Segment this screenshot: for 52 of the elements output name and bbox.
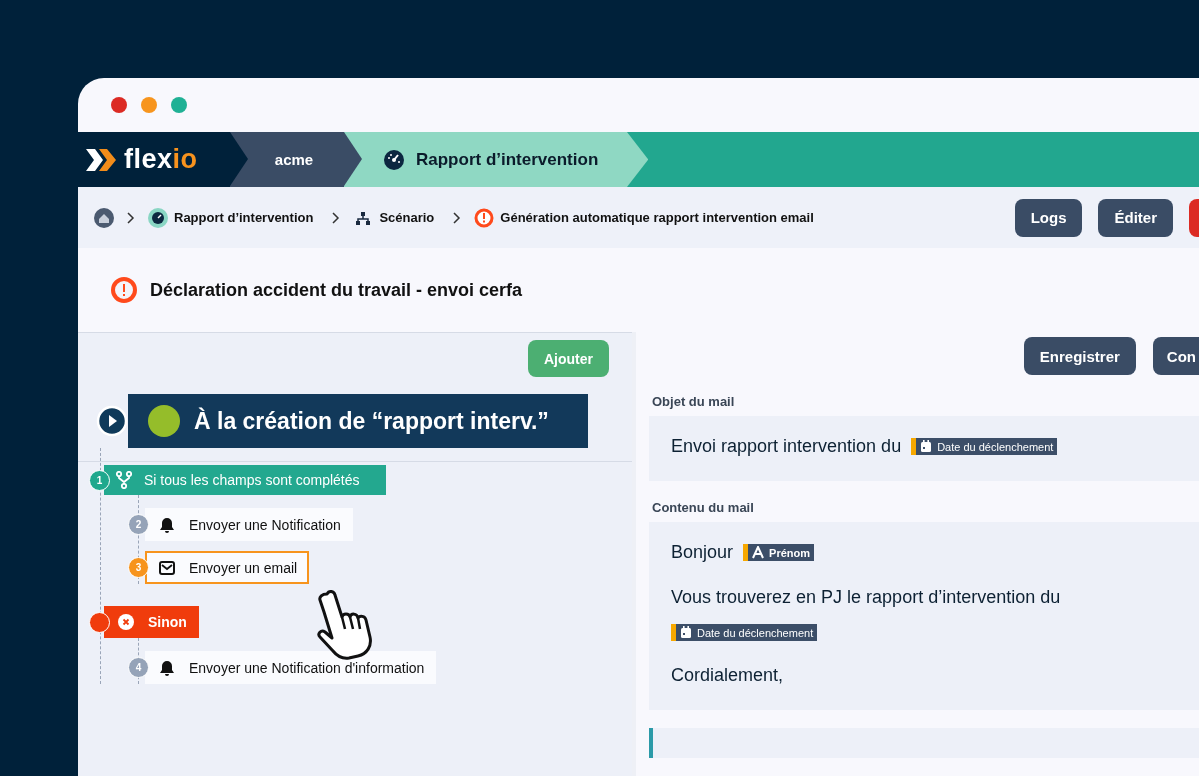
envelope-icon [159,559,175,576]
branch-icon [116,471,132,489]
body-text: Envoi rapport intervention du [671,436,902,457]
chevron-right-icon [453,211,462,224]
variable-tag[interactable]: Prénom [743,544,814,561]
alert-icon [110,276,138,304]
body-text: Cordialement, [671,665,784,686]
field-label: Contenu du mail [652,500,755,515]
minimize-dot-icon[interactable] [141,97,157,113]
breadcrumb-link[interactable]: Rapport d’intervention [148,207,314,228]
home-icon[interactable] [94,207,114,228]
maximize-dot-icon[interactable] [171,97,187,113]
step-number: 4 [128,657,149,678]
field-label: Objet du mail [652,394,736,409]
bell-icon [159,516,175,533]
play-icon [96,405,128,437]
close-circle-icon [118,614,134,630]
text-editor[interactable]: Bonjour Prénom Vous trouverez en PJ le rapport d’intervention du Date du déclenchement Cordialement, [649,522,1199,710]
gauge-icon [384,149,404,170]
variable-tag[interactable]: Date du déclenchement [671,624,818,641]
trigger-bar[interactable]: À la création de “rapport interv.” [128,394,588,448]
action-item[interactable]: Envoyer une Notification d'information [145,651,437,684]
step-number: 3 [128,557,149,578]
chevron-right-icon [127,211,135,224]
breadcrumb-link[interactable]: Scénario [353,207,435,228]
logo-wordmark: flexio [124,144,198,175]
calendar-icon [680,626,692,639]
logo-chevrons-icon [86,148,116,171]
page-title: Déclaration accident du travail - envoi cerfa [150,279,523,301]
else-bar[interactable]: Sinon [104,606,199,638]
breadcrumb-link[interactable]: Génération automatique rapport intervention email [474,207,814,228]
step-number: 2 [128,514,149,535]
app-tab[interactable]: Rapport d’intervention [344,132,649,187]
body-text: Bonjour [671,542,734,563]
status-dot-icon [148,405,180,437]
action-item[interactable]: Envoyer une Notification [145,508,353,541]
calendar-icon [920,440,933,453]
variable-tag[interactable]: Date du déclenchement [911,438,1058,455]
action-button[interactable]: Logs [1014,198,1083,237]
action-button[interactable]: Con [1152,337,1199,375]
text-type-icon [752,546,765,559]
body-text: Vous trouverez en PJ le rapport d’intervention du [671,587,1061,608]
close-dot-icon[interactable] [111,97,127,113]
chevron-right-icon [332,211,341,224]
bell-icon [159,659,175,676]
action-item[interactable]: Envoyer un email [145,551,310,584]
gauge-icon [148,207,168,228]
text-editor[interactable]: Envoi rapport intervention du Date du déclenchement [649,416,1199,481]
action-button[interactable]: Enregistrer [1023,337,1136,375]
workspace-tab[interactable]: acme [230,132,344,187]
action-button[interactable]: Éditer [1098,198,1173,237]
alert-icon [474,207,495,228]
